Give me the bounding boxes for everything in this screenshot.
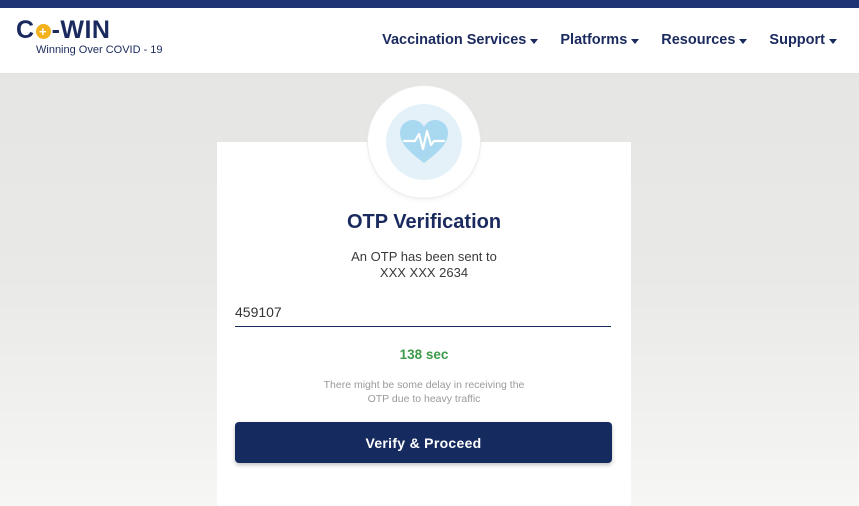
chevron-down-icon <box>739 38 748 44</box>
nav-item-support[interactable]: Support <box>769 32 837 48</box>
otp-sent-line: An OTP has been sent to <box>351 249 497 264</box>
nav-item-label: Support <box>769 32 825 48</box>
chevron-down-icon <box>530 38 539 44</box>
site-header: C + -WIN Winning Over COVID - 19 Vaccinati… <box>0 8 859 74</box>
delay-notice-line: There might be some delay in receiving t… <box>323 379 525 391</box>
otp-input[interactable] <box>235 302 611 327</box>
masked-phone-number: XXX XXX 2634 <box>379 265 469 280</box>
nav-item-label: Vaccination Services <box>382 32 527 48</box>
delay-notice: There might be some delay in receiving t… <box>290 378 558 406</box>
nav-item-label: Platforms <box>560 32 628 48</box>
otp-title: OTP Verification <box>346 211 502 233</box>
logo-wordmark: C + -WIN <box>16 16 163 44</box>
verify-proceed-button[interactable]: Verify & Proceed <box>235 422 612 463</box>
main-nav: Vaccination Services Platforms Resources… <box>382 32 837 48</box>
otp-sent-message: An OTP has been sent to XXX XXX 2634 <box>217 249 631 281</box>
otp-countdown-timer: 138 sec <box>399 347 449 362</box>
logo-prefix: C <box>16 16 35 44</box>
top-accent-bar <box>0 0 859 8</box>
delay-notice-line: OTP due to heavy traffic <box>367 393 481 405</box>
logo-plus-icon: + <box>35 23 51 39</box>
cowin-logo[interactable]: C + -WIN Winning Over COVID - 19 <box>16 16 163 56</box>
chevron-down-icon <box>829 38 837 44</box>
avatar-background <box>386 104 462 180</box>
otp-avatar <box>368 86 480 198</box>
nav-item-platforms[interactable]: Platforms <box>560 32 640 48</box>
nav-item-resources[interactable]: Resources <box>661 32 748 48</box>
nav-item-label: Resources <box>661 32 736 48</box>
logo-suffix: -WIN <box>51 16 111 44</box>
chevron-down-icon <box>631 38 640 44</box>
logo-tagline: Winning Over COVID - 19 <box>36 44 163 56</box>
heart-pulse-icon <box>400 120 448 163</box>
nav-item-vaccination-services[interactable]: Vaccination Services <box>382 32 539 48</box>
